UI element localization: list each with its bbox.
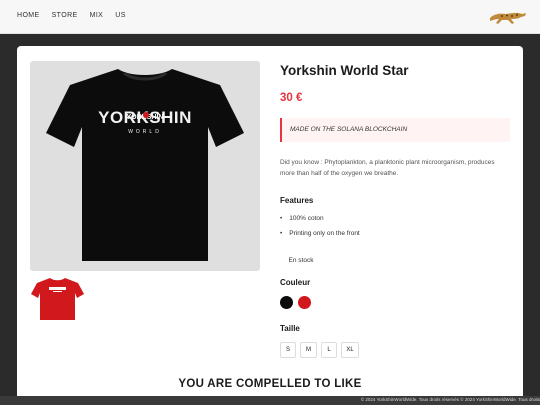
product-price: 30 € bbox=[280, 92, 303, 104]
feature-item: Printing only on the front bbox=[280, 230, 359, 237]
cheetah-logo-icon[interactable] bbox=[488, 8, 528, 26]
top-navbar: HOME STORE MIX US bbox=[0, 0, 540, 34]
nav-link-us[interactable]: US bbox=[115, 12, 126, 19]
product-title: Yorkshin World Star bbox=[280, 63, 409, 78]
size-heading: Taille bbox=[280, 324, 300, 333]
size-option-l[interactable]: L bbox=[321, 342, 337, 358]
nav-link-store[interactable]: STORE bbox=[52, 12, 78, 19]
callout-text: MADE ON THE SOLANA BLOCKCHAIN bbox=[290, 126, 408, 133]
color-heading: Couleur bbox=[280, 278, 311, 287]
product-description: Did you know : Phytoplankton, a plankton… bbox=[280, 159, 495, 177]
features-heading: Features bbox=[280, 196, 314, 205]
tshirt-black-image: YORKSHIN YORKSHIN WORLD bbox=[46, 69, 244, 261]
stock-badge: En stock bbox=[288, 257, 314, 264]
size-option-xl[interactable]: XL bbox=[341, 342, 359, 358]
size-option-s[interactable]: S bbox=[280, 342, 296, 358]
product-main-image[interactable]: YORKSHIN YORKSHIN WORLD bbox=[30, 61, 260, 271]
main-nav: HOME STORE MIX US bbox=[17, 12, 126, 19]
related-products-heading: YOU ARE COMPELLED TO LIKE bbox=[178, 378, 362, 390]
nav-link-mix[interactable]: MIX bbox=[90, 12, 104, 19]
color-swatch-red[interactable] bbox=[298, 296, 311, 309]
blockchain-callout: MADE ON THE SOLANA BLOCKCHAIN bbox=[280, 118, 510, 142]
color-swatch-black[interactable] bbox=[280, 296, 293, 309]
tshirt-chest-print-sub: WORLD bbox=[128, 129, 162, 135]
size-option-m[interactable]: M bbox=[300, 342, 317, 358]
nav-link-home[interactable]: HOME bbox=[17, 12, 40, 19]
feature-item: 100% coton bbox=[280, 215, 323, 222]
product-card: YORKSHIN YORKSHIN WORLD Yorkshin World S… bbox=[17, 46, 523, 405]
footer-bar: © 2024 YorkShinWorldWide. Tous droits ré… bbox=[0, 396, 540, 405]
product-thumbnail-red[interactable] bbox=[30, 276, 85, 321]
footer-copyright: © 2024 YorkShinWorldWide. Tous droits ré… bbox=[360, 397, 540, 402]
